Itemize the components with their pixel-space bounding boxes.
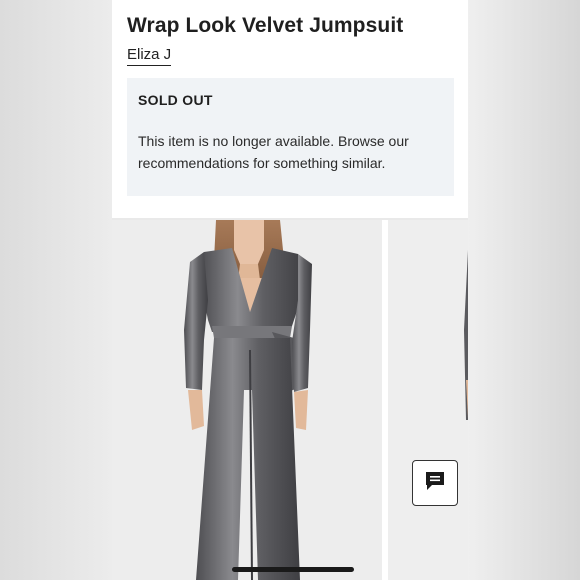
- background-left: [0, 0, 112, 580]
- breadcrumb-cutoff: [127, 0, 287, 4]
- product-title: Wrap Look Velvet Jumpsuit: [127, 14, 404, 37]
- product-info-card: Wrap Look Velvet Jumpsuit Eliza J SOLD O…: [112, 0, 468, 218]
- brand-link[interactable]: Eliza J: [127, 46, 172, 66]
- product-gallery[interactable]: [112, 220, 468, 580]
- availability-message: This item is no longer available. Browse…: [138, 133, 409, 171]
- product-image-main[interactable]: [112, 220, 382, 580]
- background-right: [468, 0, 580, 580]
- availability-notice: SOLD OUT This item is no longer availabl…: [127, 78, 454, 196]
- sold-out-label: SOLD OUT: [138, 92, 213, 108]
- product-image-next[interactable]: [388, 220, 468, 580]
- chat-icon: [424, 470, 446, 497]
- home-indicator: [232, 567, 354, 572]
- chat-button[interactable]: [412, 460, 458, 506]
